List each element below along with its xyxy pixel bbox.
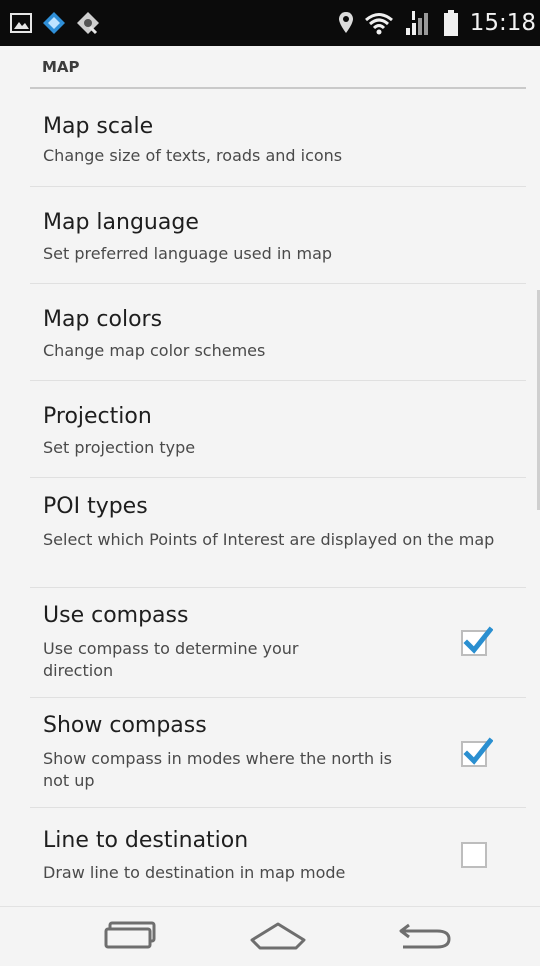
back-icon — [397, 919, 453, 956]
pref-summary: Change map color schemes — [43, 341, 266, 360]
status-bar: 15:18 — [0, 0, 540, 46]
sync-notification-icon — [76, 11, 100, 35]
pref-title: Map colors — [43, 307, 163, 332]
pref-summary: Use compass to determine your direction — [43, 639, 299, 680]
pref-title: POI types — [43, 494, 148, 519]
pref-summary: Set projection type — [43, 438, 196, 457]
pref-use-compass[interactable]: Use compass Use compass to determine you… — [30, 588, 526, 698]
pref-title: Line to destination — [43, 828, 249, 853]
pref-map-scale[interactable]: Map scale Change size of texts, roads an… — [30, 90, 526, 187]
pref-projection[interactable]: Projection Set projection type — [30, 381, 526, 478]
pref-line-to-destination[interactable]: Line to destination Draw line to destina… — [30, 808, 526, 906]
recent-apps-button[interactable] — [100, 917, 160, 957]
navigation-bar — [0, 906, 540, 966]
pref-title: Show compass — [43, 713, 207, 738]
show-compass-checkbox[interactable] — [461, 737, 493, 767]
section-title: MAP — [42, 58, 80, 76]
pref-summary: Draw line to destination in map mode — [43, 863, 346, 882]
back-button[interactable] — [395, 917, 455, 957]
use-compass-checkbox[interactable] — [461, 626, 493, 656]
wifi-icon — [364, 11, 394, 35]
system-icons: 15:18 — [338, 10, 536, 36]
section-header: MAP — [30, 46, 526, 89]
home-button[interactable] — [248, 917, 308, 957]
pref-summary: Select which Points of Interest are disp… — [43, 530, 495, 549]
signal-icon — [404, 10, 434, 36]
status-time: 15:18 — [469, 10, 536, 36]
pref-title: Use compass — [43, 603, 189, 628]
pref-title: Map language — [43, 210, 199, 235]
pref-summary: Change size of texts, roads and icons — [43, 146, 343, 165]
recent-apps-icon — [104, 921, 156, 954]
pref-map-language[interactable]: Map language Set preferred language used… — [30, 187, 526, 284]
notification-icons — [10, 11, 100, 35]
pref-poi-types[interactable]: POI types Select which Points of Interes… — [30, 478, 526, 588]
pref-map-colors[interactable]: Map colors Change map color schemes — [30, 284, 526, 381]
pref-title: Map scale — [43, 114, 154, 139]
pref-show-compass[interactable]: Show compass Show compass in modes where… — [30, 698, 526, 808]
line-to-destination-checkbox[interactable] — [461, 842, 487, 868]
pref-summary: Show compass in modes where the north is… — [43, 749, 392, 790]
settings-list[interactable]: MAP Map scale Change size of texts, road… — [0, 46, 540, 906]
battery-icon — [443, 10, 458, 36]
home-icon — [248, 920, 308, 955]
location-icon — [338, 11, 354, 35]
app-notification-icon — [42, 11, 66, 35]
pref-summary: Set preferred language used in map — [43, 244, 333, 263]
image-notification-icon — [10, 13, 32, 33]
pref-title: Projection — [43, 404, 152, 429]
